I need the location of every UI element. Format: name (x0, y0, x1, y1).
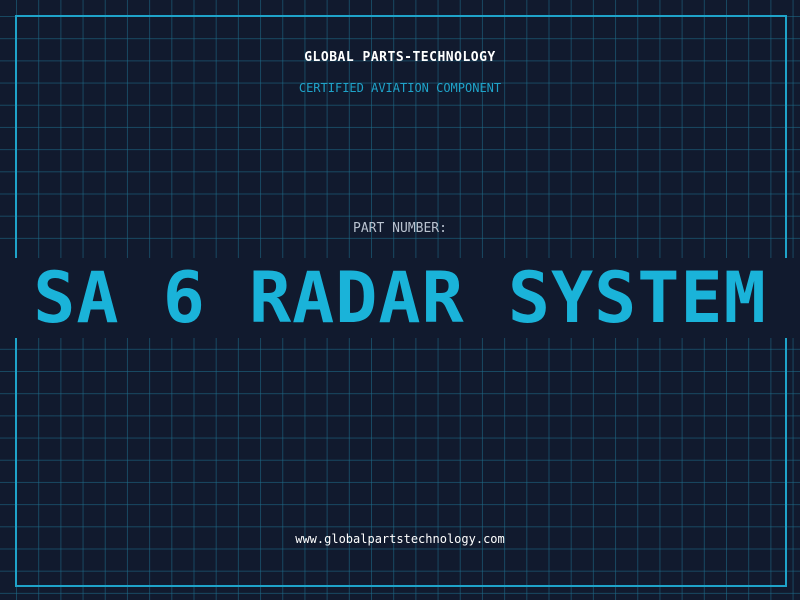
company-name: GLOBAL PARTS-TECHNOLOGY (304, 50, 496, 65)
part-number-label: PART NUMBER: (353, 221, 447, 236)
certification-subtitle: CERTIFIED AVIATION COMPONENT (298, 81, 502, 95)
part-number-value: SA 6 RADAR SYSTEM (33, 257, 767, 339)
website-link[interactable]: www.globalpartstechnology.com (0, 532, 800, 546)
